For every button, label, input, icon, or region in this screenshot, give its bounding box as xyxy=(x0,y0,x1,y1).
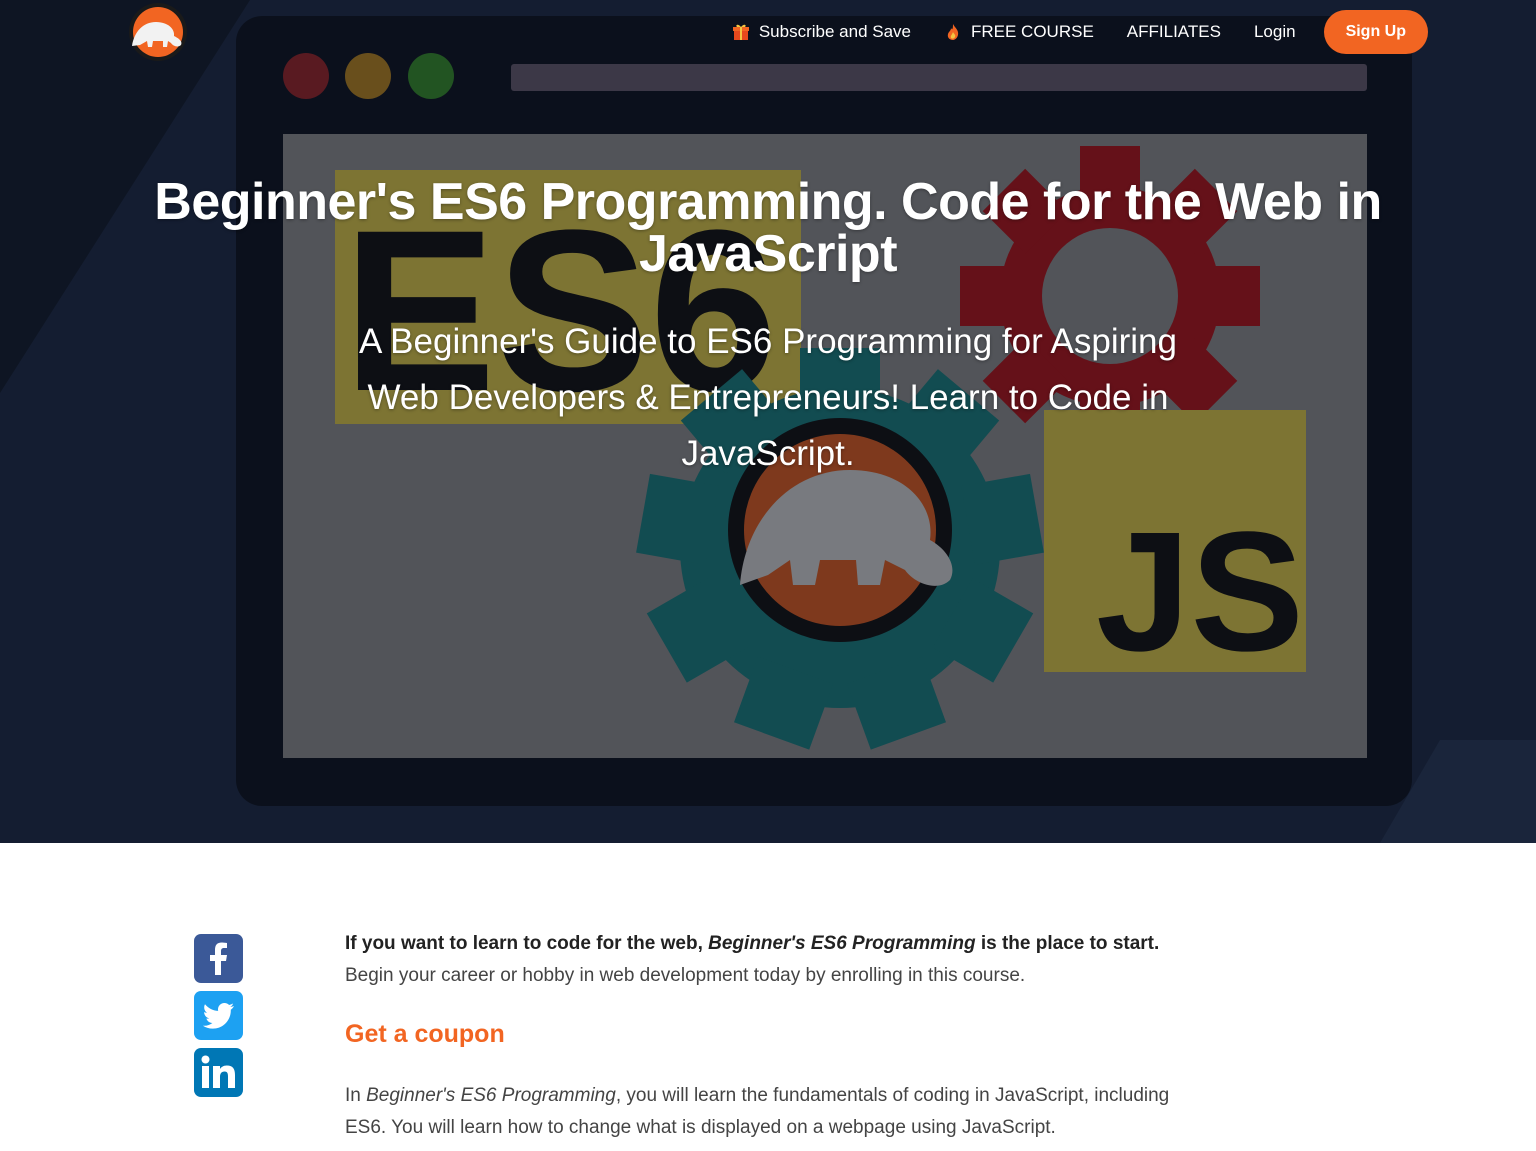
intro-bold-after: is the place to start. xyxy=(975,933,1160,954)
facebook-icon xyxy=(194,934,243,983)
login-link[interactable]: Login xyxy=(1254,22,1296,42)
share-bar xyxy=(194,934,243,1105)
nav-links: Subscribe and Save FREE COURSE AFFILIATE… xyxy=(699,10,1428,54)
description-paragraph: In Beginner's ES6 Programming, you will … xyxy=(345,1080,1205,1144)
course-description: If you want to learn to code for the web… xyxy=(345,928,1205,1144)
free-course-link[interactable]: FREE COURSE xyxy=(944,22,1094,42)
top-nav: Subscribe and Save FREE COURSE AFFILIATE… xyxy=(0,0,1536,64)
fire-icon xyxy=(944,23,962,41)
twitter-icon xyxy=(194,991,243,1040)
page-title: Beginner's ES6 Programming. Code for the… xyxy=(154,173,1382,283)
subscribe-label: Subscribe and Save xyxy=(758,22,911,41)
login-label: Login xyxy=(1253,22,1296,41)
affiliates-link[interactable]: AFFILIATES xyxy=(1127,22,1221,42)
linkedin-icon xyxy=(194,1048,243,1097)
sign-up-button[interactable]: Sign Up xyxy=(1323,10,1428,54)
hero-subtitle: A Beginner's Guide to ES6 Programming fo… xyxy=(359,322,1177,473)
para-course-name: Beginner's ES6 Programming xyxy=(366,1085,616,1106)
gift-icon xyxy=(732,23,750,41)
hero-banner: ES6 JS xyxy=(0,0,1536,843)
intro-headline: If you want to learn to code for the web… xyxy=(345,928,1205,960)
get-coupon-link[interactable]: Get a coupon xyxy=(345,1018,505,1050)
intro-course-name: Beginner's ES6 Programming xyxy=(708,933,976,954)
linkedin-share-button[interactable] xyxy=(194,1048,243,1097)
subscribe-link[interactable]: Subscribe and Save xyxy=(732,22,911,42)
affiliates-label: AFFILIATES xyxy=(1126,22,1221,41)
para-before: In xyxy=(345,1085,367,1106)
twitter-share-button[interactable] xyxy=(194,991,243,1040)
intro-text: Begin your career or hobby in web develo… xyxy=(345,965,1026,986)
free-course-label: FREE COURSE xyxy=(971,22,1094,41)
facebook-share-button[interactable] xyxy=(194,934,243,983)
intro-bold-before: If you want to learn to code for the web… xyxy=(345,933,709,954)
mammoth-logo-icon[interactable] xyxy=(126,2,190,62)
